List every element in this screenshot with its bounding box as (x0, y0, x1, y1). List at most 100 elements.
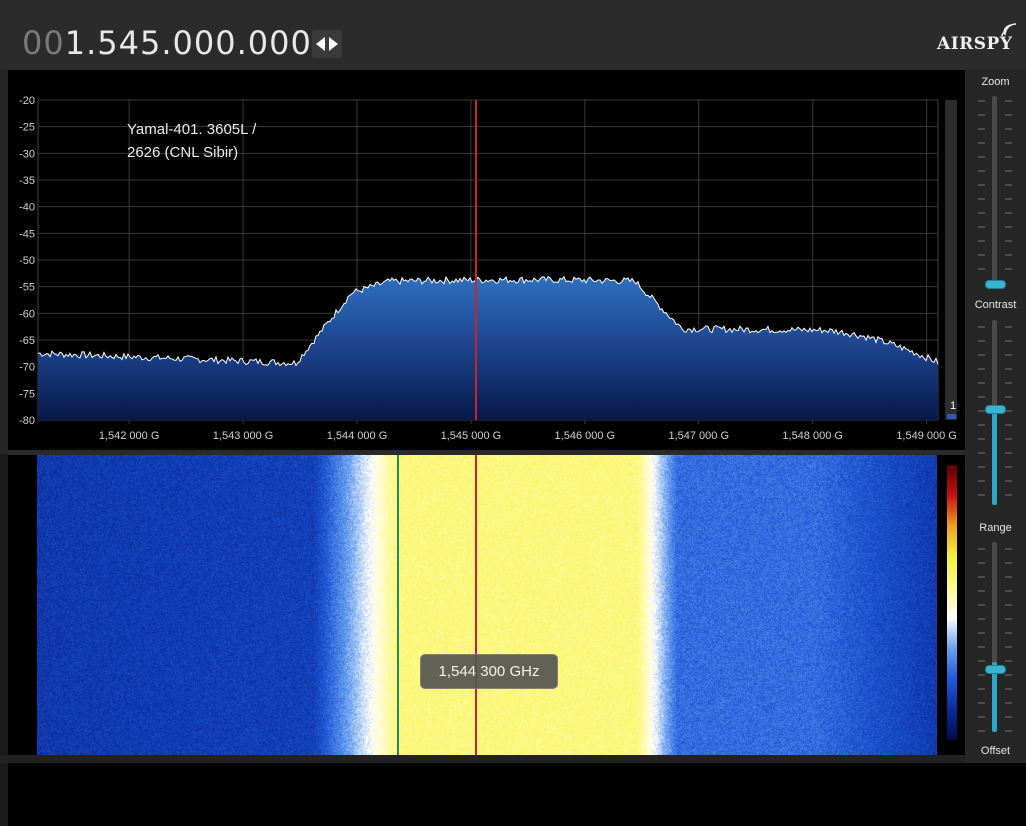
slider-tick (1005, 730, 1012, 732)
slider-tick (978, 410, 985, 412)
slider-tick (1005, 424, 1012, 426)
signal-annotation: Yamal-401. 3605L / 2626 (CNL Sibir) (127, 118, 256, 164)
slider-tick (978, 452, 985, 454)
slider-tick (978, 494, 985, 496)
slider-tick (1005, 254, 1012, 256)
slider-tick (978, 688, 985, 690)
slider-tick (978, 618, 985, 620)
slider-tick (978, 480, 985, 482)
color-scale-bar (947, 465, 957, 740)
frequency-value[interactable]: 1.545.000.000 (65, 24, 312, 62)
zoom-slider-track[interactable] (992, 96, 997, 281)
db-tick-label: -80 (19, 415, 35, 427)
slider-tick (978, 660, 985, 662)
filter-edge-line (397, 455, 399, 755)
annotation-line-1: Yamal-401. 3605L / (127, 118, 256, 141)
toolbar: 001.545.000.000 AIRSPY ´ (0, 0, 1026, 70)
slider-tick (1005, 114, 1012, 116)
slider-tick (978, 604, 985, 606)
slider-tick (978, 382, 985, 384)
spectrum-level-marker (947, 414, 956, 419)
arrow-right-icon (329, 37, 338, 51)
slider-tick (978, 466, 985, 468)
slider-tick (978, 198, 985, 200)
slider-tick (1005, 702, 1012, 704)
slider-tick (1005, 618, 1012, 620)
frequency-tick-label: 1,544 000 G (327, 430, 388, 442)
slider-tick (1005, 198, 1012, 200)
db-tick-label: -20 (19, 95, 35, 107)
level-indicator: 1 (947, 400, 959, 414)
frequency-display[interactable]: 001.545.000.000 (22, 24, 312, 62)
slider-tick (1005, 326, 1012, 328)
tune-direction-button[interactable] (312, 30, 342, 58)
slider-tick (1005, 466, 1012, 468)
left-splitter[interactable] (0, 70, 8, 763)
slider-tick (1005, 562, 1012, 564)
slider-tick (978, 438, 985, 440)
db-tick-label: -45 (19, 228, 35, 240)
wireless-signal-icon (1000, 22, 1018, 40)
frequency-tick-label: 1,542 000 G (99, 430, 160, 442)
slider-tick (1005, 100, 1012, 102)
db-tick-label: -60 (19, 308, 35, 320)
frequency-tick-label: 1,543 000 G (213, 430, 274, 442)
annotation-line-2: 2626 (CNL Sibir) (127, 141, 256, 164)
slider-tick (978, 212, 985, 214)
waterfall-canvas[interactable] (37, 455, 937, 755)
slider-tick (1005, 590, 1012, 592)
db-tick-label: -40 (19, 202, 35, 214)
slider-tick (1005, 240, 1012, 242)
slider-tick (978, 716, 985, 718)
slider-tick (1005, 128, 1012, 130)
slider-tick (1005, 646, 1012, 648)
offset-label: Offset (965, 745, 1026, 757)
contrast-slider-thumb[interactable] (985, 405, 1006, 414)
slider-tick (978, 396, 985, 398)
display-controls-panel: Zoom Contrast Range Offset (965, 70, 1026, 763)
center-frequency-line (475, 455, 477, 755)
slider-tick (978, 268, 985, 270)
slider-tick (1005, 382, 1012, 384)
spectrum-scrollbar[interactable] (945, 100, 957, 420)
slider-tick (1005, 480, 1012, 482)
frequency-axis: 1,542 000 G 1,543 000 G 1,544 000 G 1,545 0… (99, 430, 957, 442)
slider-tick (1005, 632, 1012, 634)
slider-tick (1005, 354, 1012, 356)
slider-tick (1005, 688, 1012, 690)
frequency-tooltip: 1,544 300 GHz (420, 654, 558, 689)
waterfall-display[interactable] (8, 455, 965, 755)
frequency-tick-label: 1,547 000 G (668, 430, 729, 442)
slider-tick (978, 576, 985, 578)
db-tick-label: -75 (19, 388, 35, 400)
slider-tick (978, 114, 985, 116)
db-axis: -20-25-30-35-40-45-50-55-60-65-70-75-80 (19, 95, 35, 427)
slider-tick (1005, 396, 1012, 398)
slider-tick (978, 632, 985, 634)
slider-tick (978, 128, 985, 130)
frequency-tick-label: 1,549 000 G (896, 430, 957, 442)
db-tick-label: -30 (19, 148, 35, 160)
slider-tick (1005, 368, 1012, 370)
slider-tick (978, 354, 985, 356)
slider-tick (1005, 268, 1012, 270)
slider-tick (978, 646, 985, 648)
range-slider-thumb[interactable] (985, 665, 1006, 674)
slider-tick (978, 368, 985, 370)
slider-tick (1005, 438, 1012, 440)
slider-tick (1005, 548, 1012, 550)
zoom-label: Zoom (965, 76, 1026, 88)
frequency-leading-zeros: 00 (22, 24, 65, 62)
slider-tick (1005, 604, 1012, 606)
slider-tick (1005, 212, 1012, 214)
db-tick-label: -25 (19, 122, 35, 134)
left-splitter-lower (0, 454, 8, 826)
range-slider-track[interactable] (992, 542, 997, 732)
zoom-slider-thumb[interactable] (985, 280, 1006, 289)
db-tick-label: -35 (19, 175, 35, 187)
slider-tick (978, 142, 985, 144)
slider-tick (978, 424, 985, 426)
slider-tick (978, 156, 985, 158)
slider-tick (978, 240, 985, 242)
slider-tick (978, 562, 985, 564)
